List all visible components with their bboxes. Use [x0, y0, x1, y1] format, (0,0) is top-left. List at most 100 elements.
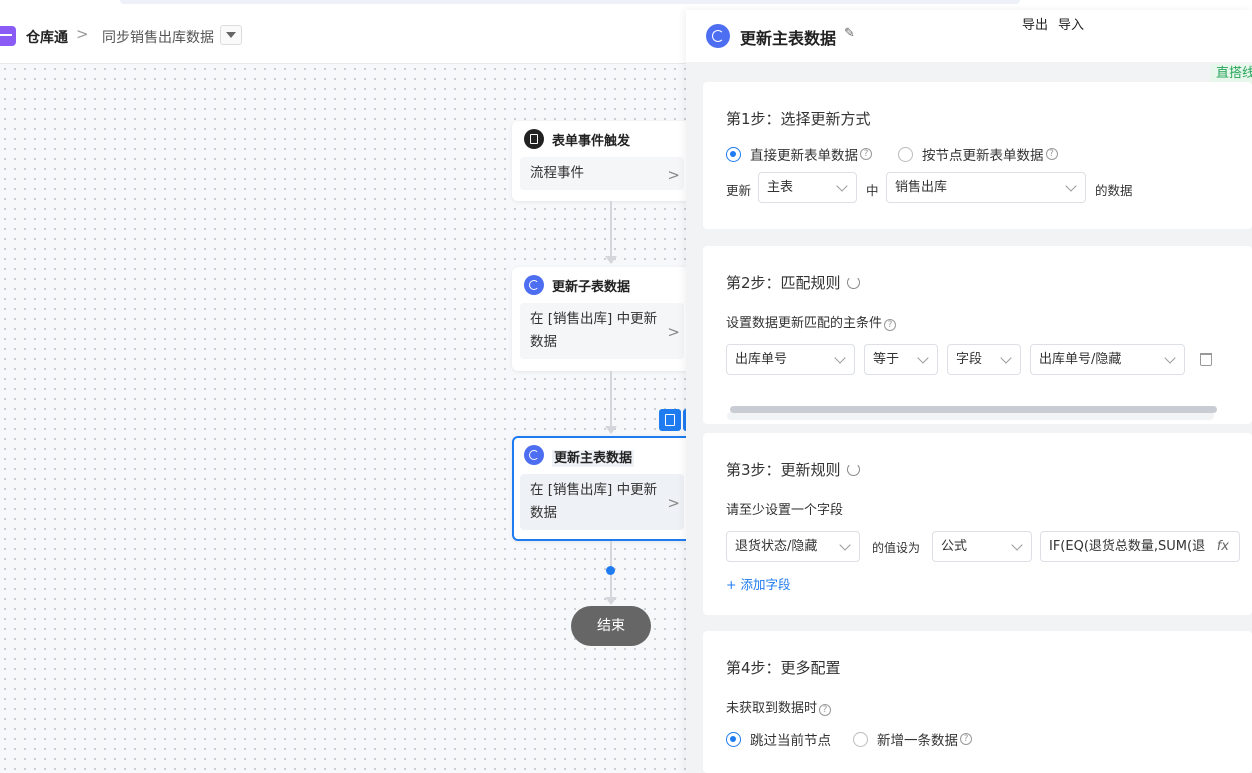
horizontal-scrollbar[interactable] [727, 412, 1214, 420]
add-node-dot[interactable] [606, 566, 615, 575]
update-label: 更新 [726, 183, 752, 198]
match-value-select[interactable]: 出库单号/隐藏 [1030, 344, 1185, 375]
select-value: 等于 [873, 352, 900, 367]
add-field-button[interactable]: + 添加字段 [726, 574, 790, 593]
node-body-text: 在 [销售出库] 中更新数据 [530, 311, 658, 350]
formula-fx-icon[interactable]: fx [1217, 532, 1229, 561]
arrow-down-icon [605, 426, 617, 434]
step3-title-wrap: 第3步：更新规则 [726, 459, 860, 480]
top-strip [120, 0, 1020, 4]
flow-node-update-subtable[interactable]: 更新子表数据 在 [销售出库] 中更新数据 > [512, 267, 692, 371]
select-value: 字段 [956, 352, 983, 367]
set-value-label: 的值设为 [872, 541, 921, 555]
form-icon [524, 129, 544, 149]
table-select[interactable]: 主表 [758, 172, 857, 203]
node-body[interactable]: 在 [销售出库] 中更新数据 > [520, 303, 684, 359]
chevron-right-icon: > [667, 323, 680, 341]
refresh-icon[interactable] [846, 276, 860, 289]
select-value: 主表 [767, 180, 794, 195]
help-icon[interactable]: ? [860, 148, 872, 160]
step3-card: 第3步：更新规则 请至少设置一个字段 退货状态/隐藏 的值设为 公式 IF(EQ… [703, 433, 1252, 615]
radio-direct-update[interactable]: 直接更新表单数据 ? [726, 144, 872, 164]
flow-node-trigger[interactable]: 表单事件触发 流程事件 > [512, 121, 692, 201]
import-button[interactable]: 导入 [1058, 14, 1084, 33]
radio-skip-node[interactable]: 跳过当前节点 [726, 729, 831, 749]
select-value: 公式 [941, 539, 968, 554]
breadcrumb-separator-icon: > [76, 25, 89, 43]
in-label: 中 [866, 183, 879, 198]
help-icon[interactable]: ? [884, 319, 897, 331]
chevron-right-icon: > [667, 165, 680, 184]
radio-selected-icon [726, 146, 741, 162]
copy-node-icon[interactable] [659, 409, 681, 431]
value-type-select[interactable]: 字段 [947, 344, 1021, 375]
edit-icon[interactable]: ✎ [844, 26, 855, 41]
node-title: 更新子表数据 [552, 280, 631, 295]
chevron-down-icon [917, 352, 929, 364]
step2-subtitle-wrap: 设置数据更新匹配的主条件? [726, 312, 897, 331]
breadcrumb-app[interactable]: 仓库通 [26, 27, 68, 47]
step4-card: 第4步：更多配置 未获取到数据时? 跳过当前节点 新增一条数据 ? [703, 631, 1252, 773]
scrollbar-thumb[interactable] [730, 406, 1217, 413]
step4-subtitle: 未获取到数据时 [726, 701, 818, 716]
flow-node-update-maintable[interactable]: 更新主表数据 在 [销售出库] 中更新数据 > [512, 436, 692, 541]
arrow-down-icon [605, 256, 617, 264]
chevron-down-icon [1011, 539, 1023, 551]
sync-icon [524, 445, 544, 465]
step2-title-wrap: 第2步：匹配规则 [726, 272, 860, 293]
panel-title: 更新主表数据 [740, 29, 837, 48]
export-button[interactable]: 导出 [1022, 14, 1048, 33]
help-icon[interactable]: ? [1045, 148, 1058, 160]
help-icon[interactable]: ? [960, 733, 972, 745]
select-value: 出库单号/隐藏 [1039, 352, 1122, 367]
step2-title: 第2步：匹配规则 [726, 274, 841, 292]
node-body-text: 在 [销售出库] 中更新数据 [530, 482, 658, 521]
chevron-right-icon: > [667, 494, 680, 512]
step1-card: 第1步：选择更新方式 直接更新表单数据 ? 按节点更新表单数据 ? 更新 主表 … [703, 82, 1252, 229]
select-value: 销售出库 [895, 180, 948, 195]
radio-unselected-icon [898, 146, 913, 162]
delete-icon[interactable] [1200, 353, 1212, 366]
sync-icon [524, 275, 544, 295]
node-body[interactable]: 在 [销售出库] 中更新数据 > [520, 474, 684, 530]
match-field-select[interactable]: 出库单号 [726, 344, 855, 375]
chevron-down-icon [1065, 180, 1077, 192]
chevron-down-icon [1000, 352, 1012, 364]
flow-edge [610, 371, 612, 427]
step3-subtitle: 请至少设置一个字段 [726, 503, 844, 518]
operator-select[interactable]: 等于 [864, 344, 938, 375]
node-body[interactable]: 流程事件 > [520, 157, 684, 190]
page-dropdown-button[interactable] [220, 25, 242, 45]
flow-edge [610, 201, 612, 257]
radio-label: 按节点更新表单数据 [922, 148, 1044, 164]
node-config-panel: 更新主表数据 ✎ 直搭线 第1步：选择更新方式 直接更新表单数据 ? 按节点更新… [686, 10, 1252, 773]
breadcrumb-page: 同步销售出库数据 [102, 30, 214, 46]
node-title: 更新主表数据 [552, 450, 635, 467]
update-field-select[interactable]: 退货状态/隐藏 [726, 531, 860, 562]
select-value: 出库单号 [735, 352, 788, 367]
help-icon[interactable]: ? [819, 704, 832, 716]
chevron-down-icon [836, 180, 848, 192]
node-body-text: 流程事件 [530, 165, 584, 181]
refresh-icon[interactable] [846, 463, 860, 476]
step1-title: 第1步：选择更新方式 [726, 110, 871, 128]
radio-node-update[interactable]: 按节点更新表单数据 ? [898, 144, 1058, 164]
step2-subtitle: 设置数据更新匹配的主条件 [726, 316, 883, 331]
value-mode-select[interactable]: 公式 [932, 531, 1032, 562]
direct-badge: 直搭线 [1210, 64, 1252, 84]
step4-subtitle-wrap: 未获取到数据时? [726, 697, 832, 716]
select-value: 退货状态/隐藏 [735, 539, 818, 554]
formula-input[interactable]: IF(EQ(退货总数量,SUM(退 fx [1040, 531, 1240, 562]
suffix-label: 的数据 [1095, 183, 1133, 198]
radio-label: 新增一条数据 [877, 733, 958, 749]
end-node: 结束 [571, 606, 651, 646]
node-title: 表单事件触发 [552, 134, 631, 149]
form-select[interactable]: 销售出库 [886, 172, 1086, 203]
chevron-down-icon [1164, 352, 1176, 364]
app-icon[interactable] [0, 26, 16, 46]
step2-card: 第2步：匹配规则 设置数据更新匹配的主条件? 出库单号 等于 字段 出库单号/隐… [703, 246, 1252, 424]
radio-label: 跳过当前节点 [750, 733, 831, 749]
panel-header: 更新主表数据 ✎ [686, 10, 1252, 62]
formula-value: IF(EQ(退货总数量,SUM(退 [1049, 539, 1206, 554]
radio-add-record[interactable]: 新增一条数据 ? [853, 729, 972, 749]
